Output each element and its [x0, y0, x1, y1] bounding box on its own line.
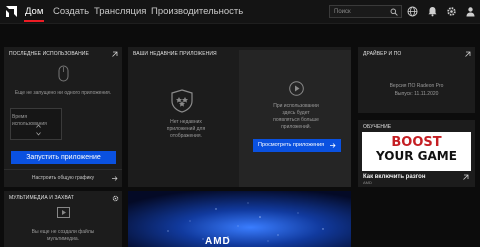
top-navigation-bar: Дом Создать Трансляция Производительност… [0, 0, 480, 24]
panel-title: Последнее использование [9, 51, 89, 57]
no-recent-apps-text: Нет недавних приложений для отображения. [166, 119, 206, 139]
nav-tab-streaming[interactable]: Трансляция [94, 4, 146, 20]
hero-banner[interactable]: AMD [128, 191, 351, 247]
bell-icon[interactable] [427, 6, 438, 17]
promo-line-1: BOOST [391, 135, 442, 150]
usage-time-box: Время использования [10, 108, 62, 140]
active-tab-indicator [24, 20, 44, 22]
nav-tab-performance[interactable]: Производительность [151, 4, 243, 20]
expand-icon[interactable] [462, 174, 469, 181]
driver-version-text: Версия ПО Radeon Pro [389, 83, 444, 89]
recent-usage-panel: Последнее использование Еще не запущено … [4, 47, 122, 187]
nav-tab-create[interactable]: Создать [53, 4, 89, 20]
amd-logo-icon[interactable] [5, 5, 18, 18]
training-panel[interactable]: Обучение BOOST YOUR GAME Как включить ра… [358, 120, 475, 187]
nav-tab-home[interactable]: Дом [25, 4, 43, 20]
globe-icon[interactable] [407, 6, 418, 17]
expand-icon[interactable] [111, 51, 118, 58]
hero-background [128, 191, 351, 247]
graphics-settings-link[interactable]: Настроить общую графику [4, 175, 122, 182]
driver-release-text: Выпуск: 11.11.2020 [394, 91, 439, 97]
amd-wordmark: AMD [205, 236, 231, 247]
driver-panel: Драйвер и ПО Версия ПО Radeon Pro Выпуск… [358, 47, 475, 113]
gear-icon[interactable] [446, 6, 457, 17]
promo-line-2: YOUR GAME [376, 149, 457, 163]
chevron-up-icon[interactable] [36, 124, 41, 128]
view-apps-button[interactable]: Просмотреть приложения [253, 139, 341, 152]
arrow-right-icon [330, 143, 336, 148]
search-input[interactable]: Поиск [329, 5, 402, 18]
no-media-text: Вы еще не создали файлы мультимедиа. [31, 229, 95, 242]
training-brand: AMD [363, 180, 372, 185]
promo-thumbnail[interactable]: BOOST YOUR GAME [362, 132, 471, 171]
more-apps-info-text: При использовании здесь будет появляться… [273, 103, 319, 130]
search-icon [390, 8, 398, 16]
media-capture-panel: Мультимедиа и захват Вы еще не создали ф… [4, 191, 122, 247]
panel-title: Обучение [363, 124, 392, 130]
panel-title: Драйвер и ПО [363, 51, 402, 57]
no-apps-launched-text: Еще не запущено ни одного приложения. [14, 90, 112, 96]
chevron-down-icon[interactable] [36, 132, 41, 136]
video-icon [57, 207, 70, 218]
shield-icon [171, 89, 193, 113]
panel-title: Ваши недавние приложения [133, 51, 217, 57]
divider [4, 169, 122, 170]
mouse-icon [58, 65, 69, 82]
launch-app-button[interactable]: Запустить приложение [11, 151, 116, 164]
user-icon[interactable] [465, 6, 476, 17]
gear-icon[interactable] [112, 195, 119, 202]
search-placeholder: Поиск [334, 9, 351, 15]
play-circle-icon [289, 81, 304, 96]
training-caption: Как включить разгон [363, 174, 426, 180]
recent-apps-panel: Ваши недавние приложения Нет недавних пр… [128, 47, 351, 187]
expand-icon[interactable] [464, 51, 471, 58]
arrow-right-icon[interactable] [112, 176, 118, 181]
view-apps-label: Просмотреть приложения [258, 142, 325, 148]
panel-title: Мультимедиа и захват [9, 195, 74, 201]
